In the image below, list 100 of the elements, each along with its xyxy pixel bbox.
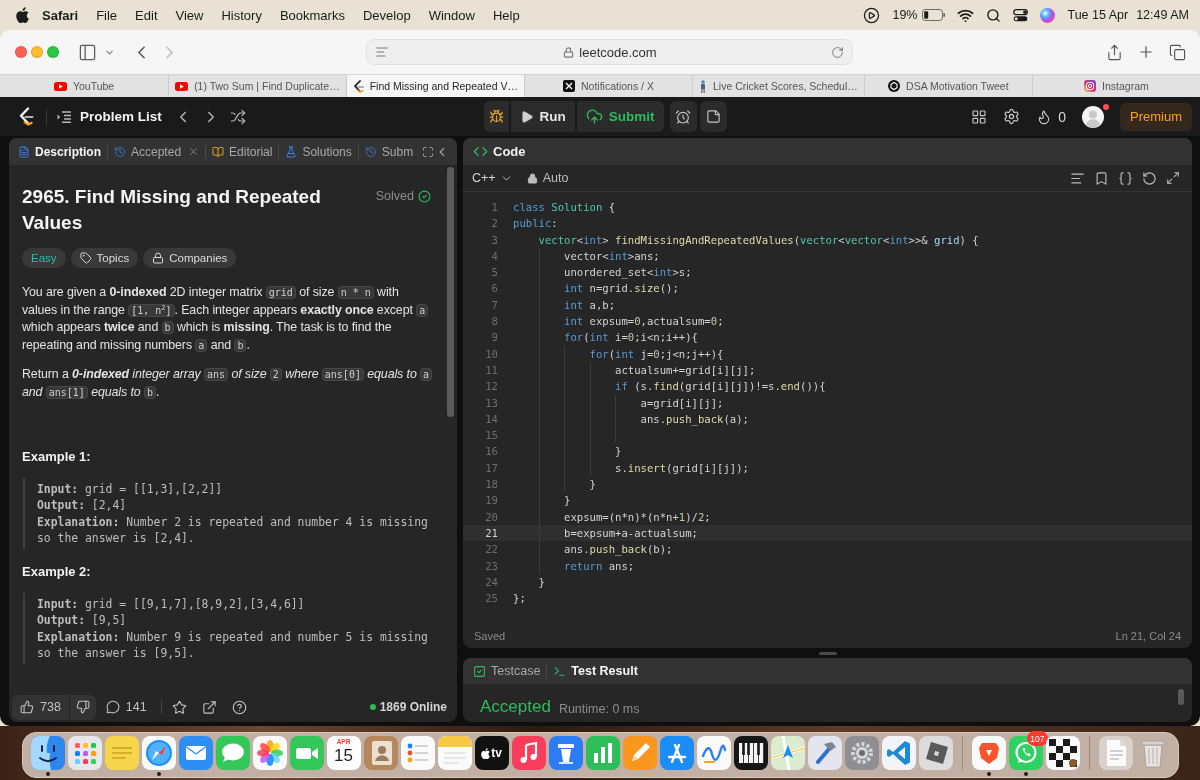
checkerboard-icon[interactable] [1045,736,1080,770]
mode-button[interactable]: Auto [526,171,569,185]
tv-tile[interactable]: tv [474,736,509,770]
lines-icon[interactable] [1070,170,1085,186]
dislike-button[interactable] [69,694,96,720]
undo-icon[interactable] [1142,170,1157,186]
menu-item[interactable]: File [87,7,127,23]
address-book-icon[interactable] [363,736,398,770]
expand-icon[interactable] [1166,171,1180,185]
submit-button[interactable]: Submit [576,101,664,132]
envelope-icon[interactable] [178,736,213,770]
avatar-icon[interactable] [1082,105,1104,128]
flower-icon[interactable] [252,736,287,770]
apple-icon[interactable] [481,747,491,759]
code-text: vector<int> findMissingAndRepeatedValues(vector<vector<int>>& grid) { [538,232,979,248]
compass-icon[interactable] [141,736,176,770]
result-verdict: Accepted [480,697,551,717]
comments-button[interactable]: 141 [97,694,155,720]
speech-bubble-icon[interactable] [215,736,250,770]
topics-button[interactable]: Topics [70,248,139,268]
panel-tab[interactable]: Description [18,144,101,159]
run-button[interactable]: Run [510,101,575,132]
line-number: 6 [490,281,498,297]
close-icon[interactable] [188,146,200,157]
menu-item[interactable]: Develop [353,7,420,23]
panel-tab[interactable]: Testcase [473,664,541,678]
code-text: public: [513,216,558,232]
close-button[interactable] [15,46,27,58]
play-circle-icon[interactable] [863,6,881,24]
star-icon[interactable] [171,699,187,715]
grid-icon[interactable] [971,108,988,125]
line-number: 24 [484,574,498,590]
browser-tab[interactable]: YouTube [0,75,169,97]
checklist-icon[interactable] [400,736,435,770]
panel-tab[interactable]: Test Result [553,664,638,678]
resize-handle[interactable] [818,651,837,655]
panel-tab[interactable]: Editorial [212,144,273,159]
tabs-overview-icon[interactable] [1169,43,1186,61]
note-button[interactable] [699,101,727,132]
menu-item[interactable]: Bookmarks [270,7,354,23]
ribbon-icon[interactable] [881,736,916,770]
reload-icon[interactable] [831,45,844,59]
bookmark-icon[interactable] [1094,170,1109,186]
share-icon[interactable] [201,699,217,715]
fullscreen-icon[interactable] [422,145,435,158]
bar-chart-icon[interactable] [585,736,620,770]
browser-tab[interactable]: Find Missing and Repeated V… [345,75,524,97]
panel-tab[interactable]: Solutions [285,144,352,159]
notepad-icon[interactable] [437,736,472,770]
problem-list-link[interactable]: Problem List [57,109,162,124]
streak-button[interactable]: 0 [1036,108,1066,125]
scrollbar[interactable] [1178,689,1184,705]
check-square-icon [473,664,486,678]
language-select[interactable]: C++ [472,171,513,185]
phone-bubble-icon[interactable] [1008,736,1043,770]
scrollbar[interactable] [447,167,454,417]
help-icon[interactable] [231,699,247,715]
triangle-strokes-icon[interactable] [659,736,694,770]
piano-keys-icon[interactable] [733,736,768,770]
panel-tab[interactable]: Subm [364,144,414,159]
sidebar-icon[interactable] [78,42,97,62]
apple-icon[interactable] [16,7,29,23]
menu-item[interactable]: Safari [33,7,88,23]
hammer-icon[interactable] [807,736,842,770]
share-icon[interactable] [1106,43,1123,61]
menu-item[interactable]: View [166,7,213,23]
braces-icon[interactable] [1118,170,1133,186]
menu-item[interactable]: Window [419,7,484,23]
logo-icon[interactable] [18,107,34,126]
companies-button[interactable]: Companies [143,248,237,268]
zoom-button[interactable] [47,46,59,58]
debug-button[interactable] [483,101,509,132]
smiley-face-icon[interactable] [30,736,65,770]
tilted-square-icon[interactable] [918,736,953,770]
premium-button[interactable]: Premium [1120,102,1192,131]
address-bar[interactable]: leetcode.com [366,39,853,65]
orb-icon[interactable] [1040,7,1056,23]
shield-icon[interactable] [971,736,1006,770]
battery-icon[interactable] [922,9,946,21]
podium-icon[interactable] [548,736,583,770]
search-icon[interactable] [986,7,1002,23]
music-note-icon[interactable] [511,736,546,770]
like-button[interactable]: 738 [12,694,69,720]
panel-tab[interactable]: Accepted [114,144,200,159]
new-tab-icon[interactable] [1137,43,1155,61]
timer-button[interactable] [669,101,697,132]
settings-icon[interactable] [1003,108,1021,125]
squiggle-icon[interactable] [696,736,731,770]
video-camera-icon[interactable] [289,736,324,770]
menu-item[interactable]: Help [483,7,529,23]
menu-item[interactable]: Edit [126,7,167,23]
shuffle-icon[interactable] [229,108,246,125]
document-icon[interactable] [1098,736,1133,770]
line-number: 4 [490,248,498,264]
toggles-icon[interactable] [1013,8,1029,22]
gear-icon[interactable] [844,736,879,770]
document-icon [18,145,30,158]
pencil-icon[interactable] [622,736,657,770]
menu-item[interactable]: History [212,7,271,23]
difficulty-badge[interactable]: Easy [22,248,66,268]
